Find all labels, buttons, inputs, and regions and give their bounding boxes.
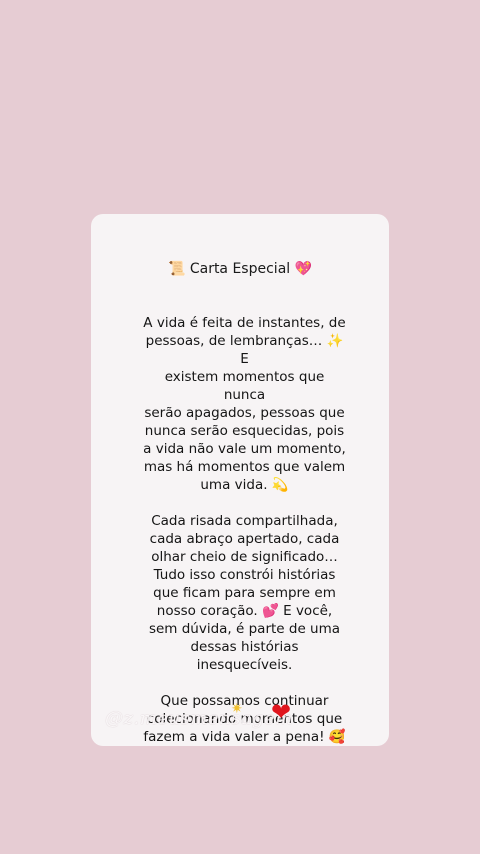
paragraph-1: A vida é feita de instantes, de pessoas,… (143, 315, 346, 493)
sparkle-icon: ✷ (231, 701, 243, 717)
watermark-handle: @z.meusmensagem (105, 708, 293, 729)
card-title: 📜 Carta Especial 💖 (167, 261, 313, 277)
card-body: A vida é feita de instantes, de pessoas,… (143, 314, 346, 746)
heart-icon: ❤ (271, 698, 292, 726)
letter-card: 📜 Carta Especial 💖 A vida é feita de ins… (91, 214, 389, 746)
paragraph-2: Cada risada compartilhada, cada abraço a… (148, 513, 341, 673)
